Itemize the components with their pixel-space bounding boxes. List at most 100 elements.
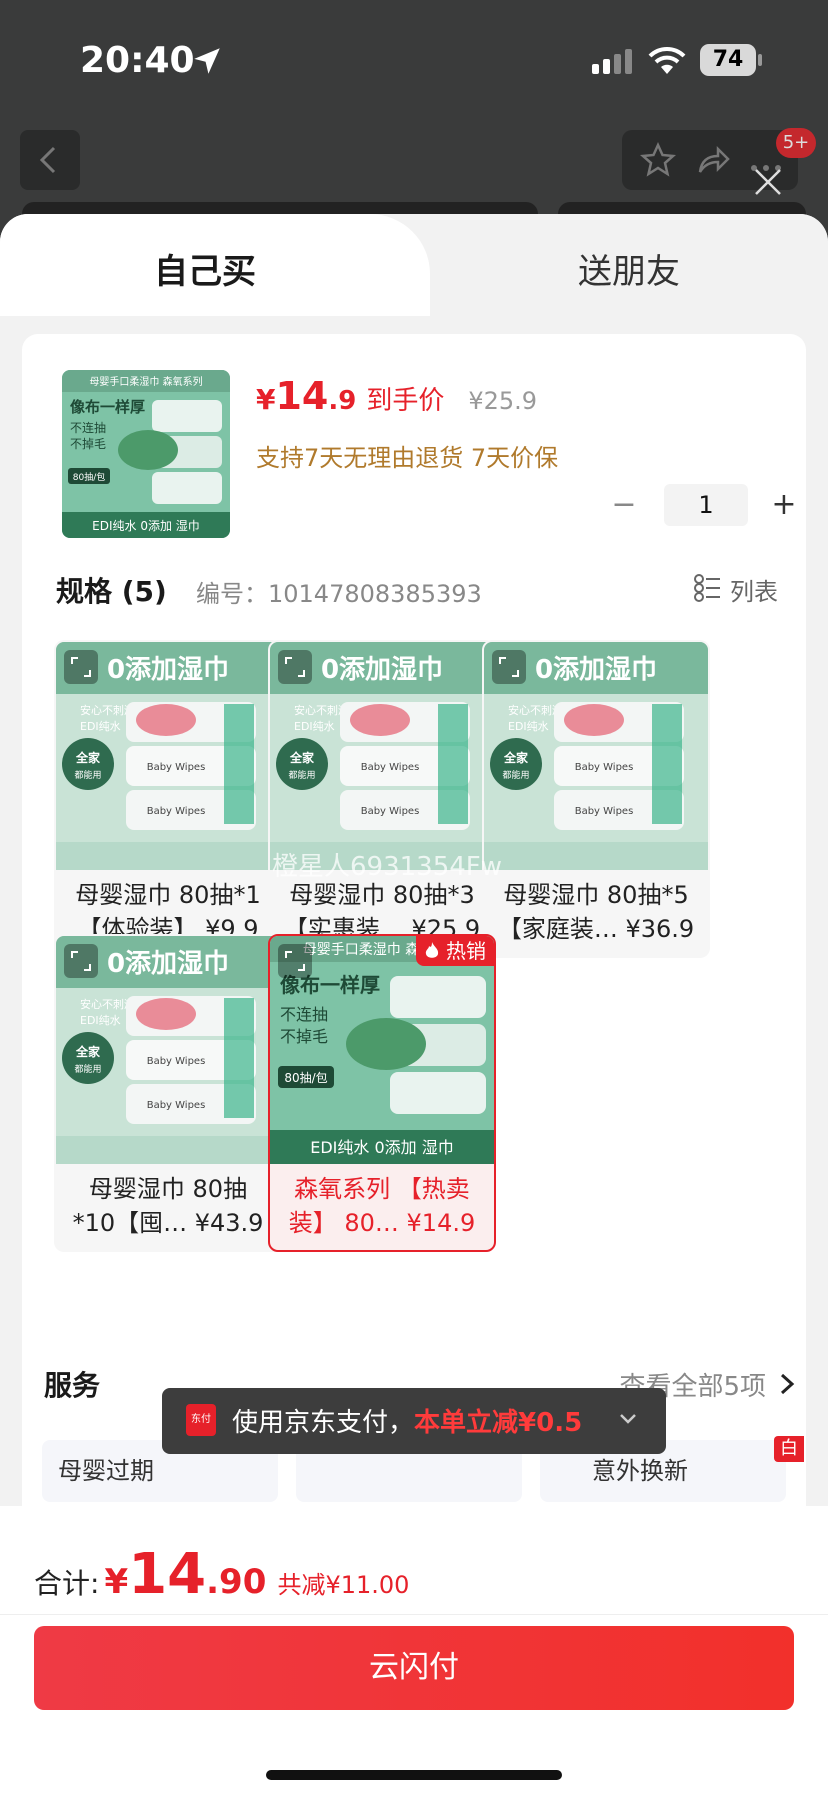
tab-buy-self-label: 自己买 [154, 252, 256, 292]
close-icon[interactable] [750, 164, 786, 200]
home-indicator [266, 1770, 562, 1780]
spec-option-line1: 母婴湿巾 80抽*5 [503, 881, 689, 909]
promo-highlight: 本单立减¥0.5 [414, 1408, 583, 1438]
svg-text:全家: 全家 [503, 750, 529, 765]
svg-text:不掉毛: 不掉毛 [70, 437, 106, 451]
expand-icon[interactable] [492, 650, 526, 684]
svg-text:不连抽: 不连抽 [280, 1005, 328, 1024]
spec-option-text: 母婴湿巾 80抽*5 【家庭装… ¥36.9 [484, 878, 708, 946]
svg-text:0添加湿巾: 0添加湿巾 [107, 949, 229, 979]
purchase-tabs: 自己买 送朋友 [0, 214, 828, 316]
spec-option-line2: *10【囤… ¥43.9 [72, 1209, 264, 1237]
price-integer: 14 [275, 374, 329, 418]
status-time: 20:40 [80, 40, 195, 81]
chevron-right-icon [780, 1373, 795, 1395]
expand-icon[interactable] [278, 944, 312, 978]
hot-sale-label: 热销 [446, 939, 486, 963]
tab-gift[interactable]: 送朋友 [430, 244, 828, 293]
wifi-icon [648, 46, 686, 74]
spec-option[interactable]: 0添加湿巾 安心不刺激 EDI纯水 全家 都能用 Baby Wipes Baby… [482, 640, 710, 958]
battery-level: 74 [712, 47, 744, 72]
star-icon[interactable] [638, 140, 678, 180]
status-bar: 20:40 74 [0, 0, 828, 120]
total-label: 合计: [34, 1567, 100, 1600]
svg-text:都能用: 都能用 [74, 1063, 101, 1075]
total-integer: 14 [128, 1542, 207, 1607]
total-price: 合计: ¥14.90 共减¥11.00 [34, 1542, 409, 1612]
spec-option-line1: 森氧系列 【热卖 [294, 1175, 470, 1203]
spec-option-text: 母婴湿巾 80抽 *10【囤… ¥43.9 [56, 1172, 280, 1240]
services-title: 服务 [44, 1369, 101, 1402]
svg-text:Baby Wipes: Baby Wipes [147, 806, 206, 817]
spec-option-line1: 母婴湿巾 80抽*3 [289, 881, 475, 909]
svg-text:EDI纯水 0添加 湿巾: EDI纯水 0添加 湿巾 [310, 1138, 454, 1157]
svg-text:像布一样厚: 像布一样厚 [70, 398, 145, 416]
quantity-input[interactable]: 1 [664, 484, 748, 526]
back-button[interactable] [20, 130, 80, 190]
total-decimal: .90 [206, 1562, 267, 1602]
service-guarantee: 支持7天无理由退货 7天价保 [256, 444, 559, 472]
tab-buy-self[interactable]: 自己买 [0, 214, 430, 316]
svg-text:母婴手口柔湿巾 森氧系列: 母婴手口柔湿巾 森氧系列 [89, 375, 202, 388]
svg-text:0添加湿巾: 0添加湿巾 [321, 655, 443, 685]
increase-quantity-button[interactable]: + [766, 484, 802, 526]
total-discount: 共减¥11.00 [277, 1571, 410, 1599]
svg-text:都能用: 都能用 [74, 769, 101, 781]
svg-text:EDI纯水 0添加 湿巾: EDI纯水 0添加 湿巾 [92, 518, 200, 533]
spec-option[interactable]: 0添加湿巾 安心不刺激 EDI纯水 全家 都能用 Baby Wipes Baby… [54, 934, 282, 1252]
svg-text:Baby Wipes: Baby Wipes [575, 762, 634, 773]
location-arrow-icon [194, 48, 220, 74]
cellular-signal-icon [592, 49, 632, 74]
final-price-label: 到手价 [366, 386, 445, 416]
product-thumbnail: 母婴手口柔湿巾 森氧系列 像布一样厚 不连抽 不掉毛 80抽/包 EDI纯水 0… [62, 370, 230, 538]
svg-text:EDI纯水: EDI纯水 [80, 720, 121, 733]
svg-text:都能用: 都能用 [288, 769, 315, 781]
total-currency: ¥ [104, 1562, 129, 1602]
svg-text:全家: 全家 [289, 750, 315, 765]
svg-text:Baby Wipes: Baby Wipes [147, 762, 206, 773]
spec-header: 规格 (5) 编号：10147808385393 列表 [56, 570, 778, 610]
svg-text:Baby Wipes: Baby Wipes [147, 1056, 206, 1067]
spec-option[interactable]: 0添加湿巾 安心不刺激 EDI纯水 全家 都能用 Baby Wipes Baby… [54, 640, 282, 958]
divider [0, 1614, 828, 1615]
decrease-quantity-button[interactable]: − [606, 484, 642, 526]
svg-text:Baby Wipes: Baby Wipes [361, 806, 420, 817]
price-decimal: .9 [328, 386, 357, 416]
spec-option-line2: 【家庭装… ¥36.9 [497, 915, 695, 943]
spec-option-line1: 母婴湿巾 80抽 [88, 1175, 248, 1203]
svg-text:都能用: 都能用 [502, 769, 529, 781]
battery-tip [758, 54, 762, 66]
product-card: 母婴手口柔湿巾 森氧系列 像布一样厚 不连抽 不掉毛 80抽/包 EDI纯水 0… [22, 334, 806, 1534]
jd-pay-icon: 东付 [186, 1404, 216, 1436]
spec-option-line1: 母婴湿巾 80抽*1 [75, 881, 261, 909]
spec-option[interactable]: 0添加湿巾 安心不刺激 EDI纯水 全家 都能用 Baby Wipes Baby… [268, 640, 496, 958]
battery-icon: 74 [700, 44, 756, 76]
expand-icon[interactable] [64, 650, 98, 684]
svg-text:全家: 全家 [75, 1044, 101, 1059]
price-currency: ¥ [256, 383, 276, 416]
list-view-label: 列表 [730, 578, 778, 606]
watermark: 橙星人6931354Fw [272, 852, 503, 882]
svg-text:0添加湿巾: 0添加湿巾 [535, 655, 657, 685]
original-price: ¥25.9 [468, 387, 538, 415]
spec-option[interactable]: 母婴手口柔湿巾 森氧系列 像布一样厚 不连抽 不掉毛 80抽/包 EDI纯水 0… [268, 934, 496, 1252]
svg-text:不掉毛: 不掉毛 [280, 1027, 328, 1046]
chevron-left-icon [39, 146, 56, 174]
hot-sale-badge: 热销 [416, 936, 494, 966]
svg-text:EDI纯水: EDI纯水 [508, 720, 549, 733]
pay-button[interactable]: 云闪付 [34, 1626, 794, 1710]
svg-text:0添加湿巾: 0添加湿巾 [107, 655, 229, 685]
svg-text:EDI纯水: EDI纯水 [294, 720, 335, 733]
promo-message: 使用京东支付，本单立减¥0.5 [232, 1402, 582, 1439]
jd-pay-promo-toast[interactable]: 东付 使用京东支付，本单立减¥0.5 [162, 1388, 666, 1454]
list-icon [694, 574, 720, 602]
chevron-down-icon [620, 1414, 636, 1424]
expand-icon[interactable] [278, 650, 312, 684]
svg-text:Baby Wipes: Baby Wipes [361, 762, 420, 773]
product-code: 编号：10147808385393 [196, 580, 482, 608]
svg-text:Baby Wipes: Baby Wipes [147, 1100, 206, 1111]
product-image: 母婴手口柔湿巾 森氧系列 像布一样厚 不连抽 不掉毛 80抽/包 EDI纯水 0… [62, 370, 230, 538]
svg-text:全家: 全家 [75, 750, 101, 765]
expand-icon[interactable] [64, 944, 98, 978]
share-icon[interactable] [692, 140, 732, 180]
